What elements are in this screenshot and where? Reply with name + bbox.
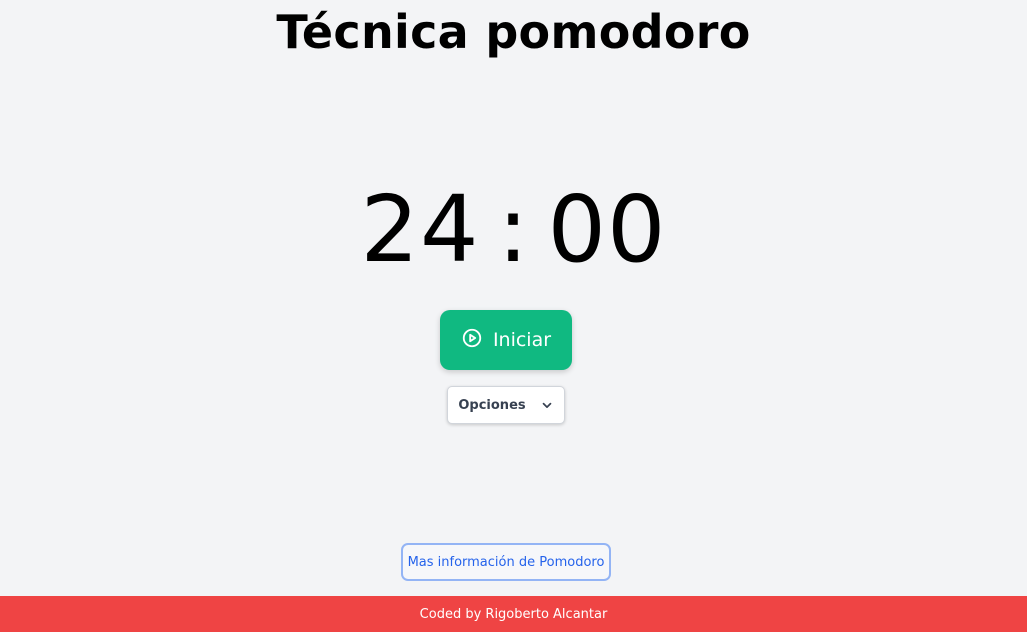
start-button-label: Iniciar (492, 329, 552, 351)
timer-seconds: 00 (547, 176, 667, 283)
play-circle-icon (461, 327, 483, 349)
timer-minutes: 24 (360, 176, 480, 283)
timer-separator: : (497, 176, 530, 283)
footer-credit: Coded by Rigoberto Alcantar (419, 606, 608, 622)
chevron-down-icon (540, 398, 554, 412)
options-dropdown-button[interactable]: Opciones (447, 386, 565, 424)
options-button-label: Opciones (458, 397, 526, 413)
more-info-link[interactable]: Mas información de Pomodoro (401, 543, 611, 581)
page-title: Técnica pomodoro (276, 5, 751, 59)
start-button[interactable]: Iniciar (440, 310, 572, 370)
timer-display: 24:00 (0, 178, 1027, 282)
footer: Coded by Rigoberto Alcantar (0, 596, 1027, 632)
